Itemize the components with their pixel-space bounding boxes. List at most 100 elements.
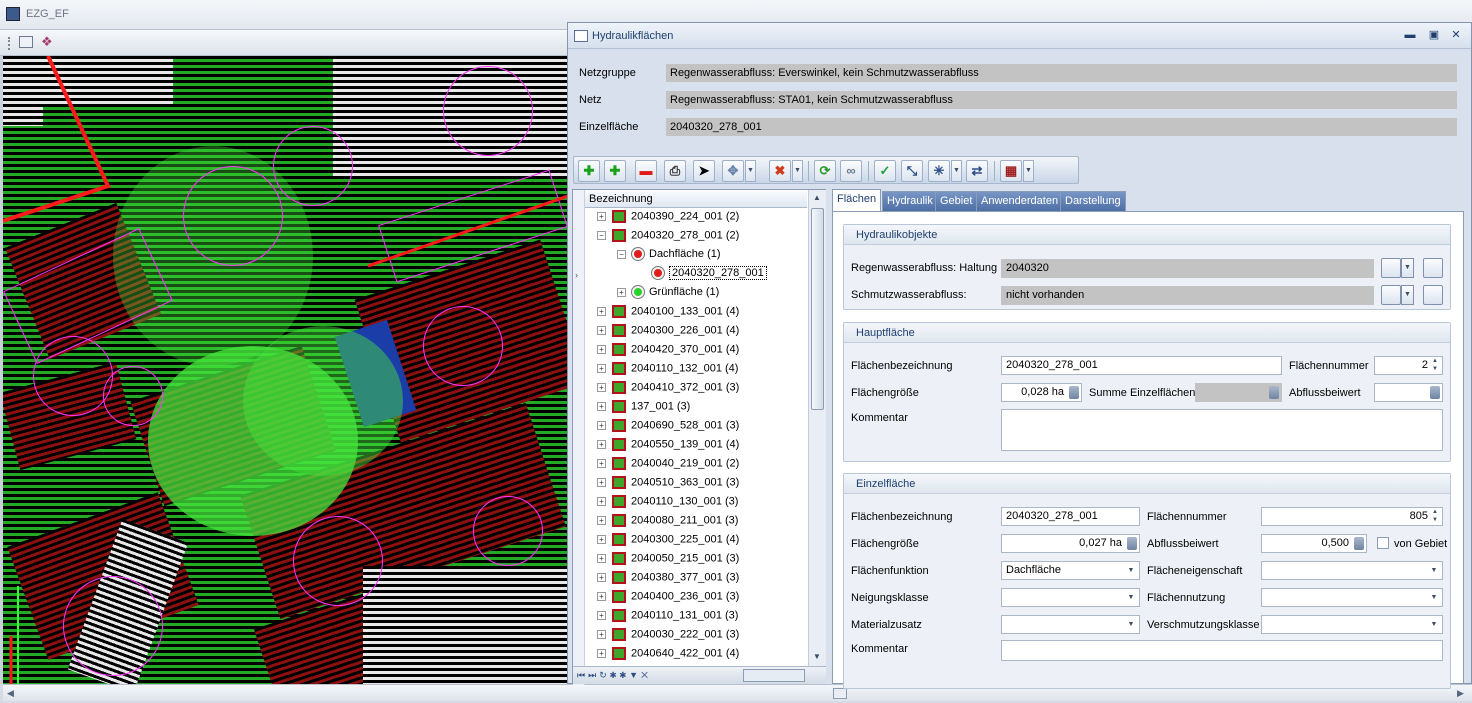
scroll-left-icon[interactable]: ◀ xyxy=(7,688,14,699)
refresh-icon[interactable]: ⟳ xyxy=(814,160,836,182)
flaechen-tree[interactable]: › Bezeichnung +2040390_224_001 (2) −20403… xyxy=(572,189,826,685)
magic-dropdown-icon[interactable]: ▼ xyxy=(951,160,962,182)
expand-icon[interactable]: + xyxy=(597,630,606,639)
expand-icon[interactable]: + xyxy=(597,383,606,392)
collapse-icon[interactable]: − xyxy=(597,231,606,240)
connect-icon[interactable]: ⤡ xyxy=(901,160,923,182)
expand-icon[interactable]: + xyxy=(597,554,606,563)
einzel-kommentar-input[interactable] xyxy=(1001,640,1443,661)
tree-node[interactable]: +2040640_422_001 (4) xyxy=(597,647,739,666)
expand-icon[interactable]: + xyxy=(597,516,606,525)
nutzung-select[interactable]: ▼ xyxy=(1261,588,1443,607)
neigung-select[interactable]: ▼ xyxy=(1001,588,1140,607)
expand-icon[interactable]: + xyxy=(597,611,606,620)
tree-node[interactable]: +2040300_226_001 (4) xyxy=(597,324,739,343)
tab-anwenderdaten[interactable]: Anwenderdaten xyxy=(976,191,1064,211)
expand-icon[interactable]: + xyxy=(597,402,606,411)
tree-node[interactable]: +2040420_370_001 (4) xyxy=(597,343,739,362)
tree-node[interactable]: +2040390_224_001 (2) xyxy=(597,210,739,229)
add-multiple-icon[interactable]: ✚ xyxy=(604,160,626,182)
filter-icon[interactable]: ▼ xyxy=(629,670,641,680)
tree-node[interactable]: +2040030_222_001 (3) xyxy=(597,628,739,647)
tree-node[interactable]: + Grünfläche (1) xyxy=(617,285,719,305)
calculator-icon[interactable] xyxy=(1069,386,1079,399)
pick-haltung-icon[interactable] xyxy=(1381,258,1401,278)
maximize-icon[interactable]: ▣ xyxy=(1424,27,1444,43)
expand-icon[interactable]: + xyxy=(597,592,606,601)
edit-schmutz-icon[interactable] xyxy=(1423,285,1443,305)
collapse-all-icon[interactable]: ✱ xyxy=(619,670,629,680)
chevron-down-icon[interactable]: ▼ xyxy=(1427,590,1441,605)
tree-node[interactable]: +2040380_377_001 (3) xyxy=(597,571,739,590)
tree-node[interactable]: +2040410_372_001 (3) xyxy=(597,381,739,400)
pick-schmutz-dropdown-icon[interactable]: ▼ xyxy=(1401,285,1414,305)
tree-scroll-thumb[interactable] xyxy=(811,208,824,410)
export-dropdown-icon[interactable]: ▼ xyxy=(1023,160,1034,182)
expand-icon[interactable]: + xyxy=(597,535,606,544)
toolbar-grip-icon[interactable] xyxy=(8,37,10,50)
tab-gebiet[interactable]: Gebiet xyxy=(935,191,978,211)
print-icon[interactable]: ⎙ xyxy=(664,160,686,182)
calculator-icon[interactable] xyxy=(1269,386,1279,399)
chevron-down-icon[interactable]: ▼ xyxy=(1124,590,1138,605)
tree-node[interactable]: − Dachfläche (1) xyxy=(617,247,721,267)
spinner-icon[interactable]: ▲ ▼ xyxy=(1430,508,1440,524)
tree-node[interactable]: − 2040320_278_001 (2) xyxy=(597,229,739,248)
delete-icon[interactable]: ▬ xyxy=(635,160,657,182)
material-select[interactable]: ▼ xyxy=(1001,615,1140,634)
tree-node[interactable]: +2040040_219_001 (2) xyxy=(597,457,739,476)
einzel-abfluss-input[interactable]: 0,500 xyxy=(1261,534,1367,553)
tree-node[interactable]: +2040080_211_001 (3) xyxy=(597,514,738,533)
scroll-down-icon[interactable]: ▼ xyxy=(813,652,821,661)
tree-horizontal-scrollbar[interactable] xyxy=(743,669,805,682)
map-canvas[interactable] xyxy=(3,56,568,684)
haupt-bezeichnung-input[interactable]: 2040320_278_001 xyxy=(1001,356,1282,375)
einzel-bezeichnung-input[interactable]: 2040320_278_001 xyxy=(1001,507,1140,526)
tree-node[interactable]: +2040690_528_001 (3) xyxy=(597,419,739,438)
verschmutzung-select[interactable]: ▼ xyxy=(1261,615,1443,634)
tree-node[interactable]: +2040110_131_001 (3) xyxy=(597,609,738,628)
refresh-tree-icon[interactable]: ↻ xyxy=(599,670,610,680)
expand-icon[interactable]: + xyxy=(597,573,606,582)
expand-icon[interactable]: + xyxy=(597,497,606,506)
chevron-down-icon[interactable]: ▼ xyxy=(1427,617,1441,632)
expand-all-icon[interactable]: ✱ xyxy=(610,670,620,680)
tree-node[interactable]: +2040100_133_001 (4) xyxy=(597,305,739,324)
expand-icon[interactable]: + xyxy=(597,478,606,487)
expand-icon[interactable]: + xyxy=(597,345,606,354)
last-record-icon[interactable]: ⏭ xyxy=(588,670,599,680)
assign-icon[interactable]: ⇄ xyxy=(966,160,988,182)
expand-icon[interactable]: + xyxy=(597,421,606,430)
einzel-groesse-input[interactable]: 0,027 ha xyxy=(1001,534,1140,553)
remove-dropdown-icon[interactable]: ▼ xyxy=(792,160,803,182)
pick-haltung-dropdown-icon[interactable]: ▼ xyxy=(1401,258,1414,278)
tree-column-header[interactable]: Bezeichnung xyxy=(585,190,807,208)
scroll-up-icon[interactable]: ▲ xyxy=(813,193,821,202)
expand-icon[interactable]: + xyxy=(597,307,606,316)
expand-icon[interactable]: + xyxy=(617,287,626,297)
tree-node[interactable]: +2040400_236_001 (3) xyxy=(597,590,739,609)
tree-node[interactable]: +2040300_225_001 (4) xyxy=(597,533,739,552)
expand-icon[interactable]: + xyxy=(597,364,606,373)
calculator-icon[interactable] xyxy=(1430,386,1440,399)
tab-flaechen[interactable]: Flächen xyxy=(832,189,882,211)
tree-node[interactable]: +2040110_132_001 (4) xyxy=(597,362,738,381)
eigenschaft-select[interactable]: ▼ xyxy=(1261,561,1443,580)
link-icon[interactable]: ∞ xyxy=(840,160,862,182)
zoom-extent-icon[interactable]: ✥ xyxy=(722,160,744,182)
map-view-icon[interactable] xyxy=(19,36,33,48)
expand-icon[interactable]: + xyxy=(597,212,606,221)
pick-schmutz-icon[interactable] xyxy=(1381,285,1401,305)
clear-filter-icon[interactable]: ✕ xyxy=(641,670,651,680)
layers-icon[interactable]: ❖ xyxy=(41,35,57,49)
check-edit-icon[interactable]: ✓ xyxy=(874,160,896,182)
tree-vertical-scrollbar[interactable]: ▲ ▼ xyxy=(808,190,826,666)
calculator-icon[interactable] xyxy=(1127,537,1137,550)
calculator-icon[interactable] xyxy=(1354,537,1364,550)
tree-node[interactable]: +2040510_363_001 (3) xyxy=(597,476,739,495)
haupt-abfluss-input[interactable] xyxy=(1374,383,1443,402)
spinner-icon[interactable]: ▲ ▼ xyxy=(1430,357,1440,373)
chevron-down-icon[interactable]: ▼ xyxy=(1124,617,1138,632)
add-icon[interactable]: ✚ xyxy=(578,160,600,182)
edit-haltung-icon[interactable] xyxy=(1423,258,1443,278)
